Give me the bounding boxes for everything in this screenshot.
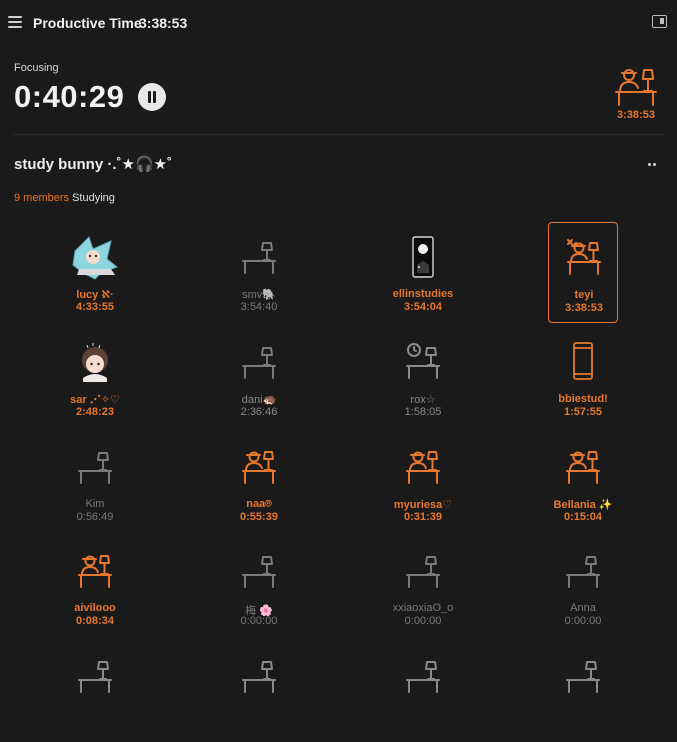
- member-count: 9 members: [14, 192, 70, 204]
- member-card[interactable]: [60, 641, 130, 742]
- menu-icon[interactable]: [8, 16, 22, 28]
- room-status: Studying: [72, 192, 115, 204]
- member-name: aivilooo: [74, 602, 116, 614]
- member-name: rox☆: [410, 394, 436, 406]
- member-time: 1:57:55: [564, 406, 602, 418]
- empty-desk-icon: [405, 551, 441, 591]
- sidebar-panel-icon[interactable]: [652, 15, 667, 28]
- empty-desk-icon: [77, 656, 113, 696]
- empty-desk-icon: [77, 447, 113, 487]
- member-time: 0:56:49: [76, 511, 114, 523]
- person-at-desk-icon: [615, 69, 657, 106]
- member-time: 0:08:34: [76, 615, 114, 627]
- empty-desk-icon: [241, 656, 277, 696]
- member-name: lucy ℵ·: [76, 289, 114, 301]
- member-card[interactable]: naa⌾ 0:55:39: [224, 432, 294, 533]
- member-card[interactable]: bbiestud! 1:57:55: [548, 327, 618, 428]
- member-card[interactable]: xxiaoxiaO_o 0:00:00: [388, 536, 458, 637]
- members-summary: 9 members Studying: [14, 192, 115, 204]
- empty-desk-icon: [241, 342, 277, 382]
- member-card[interactable]: [224, 641, 294, 742]
- more-options-icon[interactable]: [646, 158, 660, 170]
- member-time: 0:55:39: [240, 511, 278, 523]
- member-card[interactable]: Bellania ✨ 0:15:04: [548, 432, 618, 533]
- member-name: xxiaoxiaO_o: [392, 602, 454, 614]
- person-at-desk-icon: [405, 447, 441, 487]
- person-at-desk-icon: [241, 447, 277, 487]
- member-card[interactable]: myuriesa♡ 0:31:39: [388, 432, 458, 533]
- member-time: 0:31:39: [404, 511, 442, 523]
- member-time: 3:54:40: [240, 301, 278, 313]
- member-time: 3:54:04: [404, 301, 442, 313]
- empty-desk-icon: [405, 656, 441, 696]
- member-card[interactable]: Anna 0:00:00: [548, 536, 618, 637]
- member-card[interactable]: [388, 641, 458, 742]
- member-time: 2:48:23: [76, 406, 114, 418]
- member-name: bbiestud!: [558, 393, 608, 405]
- member-card[interactable]: Kim 0:56:49: [60, 432, 130, 533]
- member-card[interactable]: sar ⋰✧♡ 2:48:23: [60, 327, 130, 428]
- focus-status-label: Focusing: [14, 62, 59, 74]
- member-time: 1:58:05: [404, 406, 442, 418]
- chibi-girl-avatar: [77, 342, 113, 382]
- member-name: myuriesa♡: [393, 499, 453, 511]
- member-time: 0:00:00: [404, 615, 442, 627]
- top-bar: Productive Time 3:38:53: [0, 0, 677, 46]
- member-card[interactable]: rox☆ 1:58:05: [388, 327, 458, 428]
- room-name: study bunny ·.˚★🎧★˚: [14, 156, 173, 173]
- member-name: sar ⋰✧♡: [70, 394, 120, 406]
- member-name: dani🦔: [241, 394, 277, 406]
- desk-with-clock-icon: [405, 342, 441, 382]
- member-time: 2:36:46: [240, 406, 278, 418]
- member-time: 3:38:53: [565, 302, 603, 314]
- member-name: Anna: [570, 602, 596, 614]
- self-study-time: 3:38:53: [617, 109, 655, 121]
- member-name: naa⌾: [246, 498, 272, 510]
- person-at-desk-icon: [565, 447, 601, 487]
- member-time: 4:33:55: [76, 301, 114, 313]
- pause-button[interactable]: [138, 83, 166, 111]
- member-name: teyi: [574, 289, 594, 301]
- member-card[interactable]: [548, 641, 618, 742]
- empty-desk-icon: [241, 551, 277, 591]
- empty-desk-icon: [241, 237, 277, 277]
- member-name: Bellania ✨: [553, 499, 613, 511]
- member-time: 0:00:00: [240, 615, 278, 627]
- member-time: 0:15:04: [564, 511, 602, 523]
- member-card[interactable]: aivilooo 0:08:34: [60, 536, 130, 637]
- person-at-desk-icon: [77, 551, 113, 591]
- empty-desk-icon: [565, 551, 601, 591]
- anime-girl-avatar: [72, 236, 118, 280]
- member-name: Kim: [85, 498, 105, 510]
- member-card[interactable]: 梅 🌸 0:00:00: [224, 536, 294, 637]
- member-card[interactable]: dani🦔 2:36:46: [224, 327, 294, 428]
- app-title: Productive Time: [33, 15, 142, 31]
- member-card[interactable]: smv🐘 3:54:40: [224, 222, 294, 323]
- empty-desk-icon: [565, 656, 601, 696]
- section-divider: [12, 134, 665, 135]
- phone-icon: [565, 342, 601, 382]
- member-time: 0:00:00: [564, 615, 602, 627]
- member-card[interactable]: teyi 3:38:53: [548, 222, 618, 323]
- total-productive-time: 3:38:53: [139, 15, 188, 31]
- focus-timer: 0:40:29: [14, 79, 125, 114]
- member-card[interactable]: lucy ℵ· 4:33:55: [60, 222, 130, 323]
- person-at-desk-icon: [566, 238, 602, 278]
- moon-card-avatar: [405, 236, 441, 278]
- member-name: smv🐘: [242, 289, 276, 301]
- member-card[interactable]: ellinstudies 3:54:04: [388, 222, 458, 323]
- member-name: ellinstudies: [392, 288, 454, 300]
